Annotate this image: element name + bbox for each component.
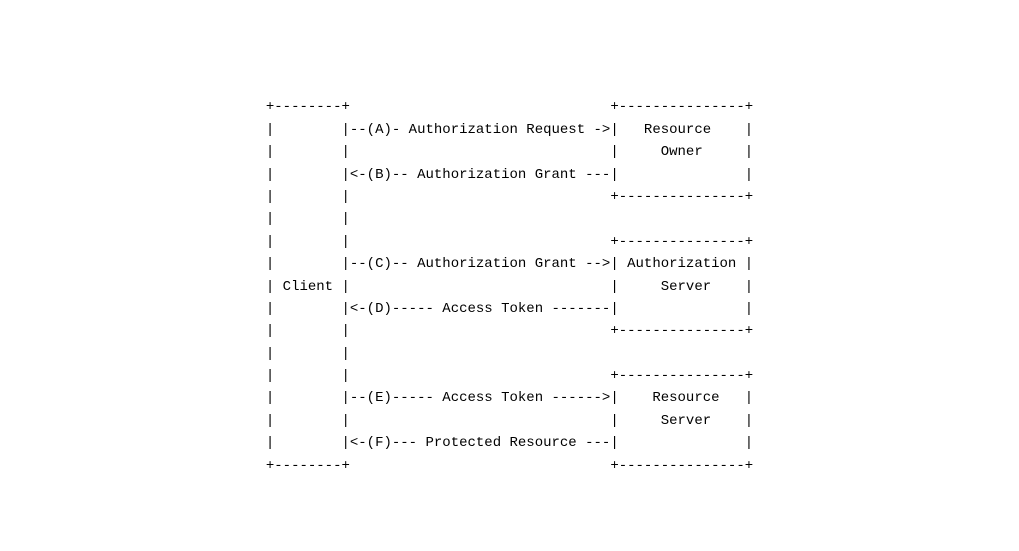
diagram-line-06: | |	[266, 211, 350, 227]
diagram-line-14: | |--(E)----- Access Token ------>| Reso…	[266, 390, 753, 406]
diagram-line-13: | | +---------------+	[266, 368, 753, 384]
diagram-line-12: | |	[266, 346, 350, 362]
diagram-line-07: | | +---------------+	[266, 234, 753, 250]
diagram-line-08: | |--(C)-- Authorization Grant -->| Auth…	[266, 256, 753, 272]
oauth-flow-diagram: +--------+ +---------------+ | |--(A)- A…	[266, 74, 753, 477]
diagram-line-01: +--------+ +---------------+	[266, 99, 753, 115]
diagram-line-17: +--------+ +---------------+	[266, 458, 753, 474]
diagram-line-15: | | | Server |	[266, 413, 753, 429]
diagram-line-16: | |<-(F)--- Protected Resource ---| |	[266, 435, 753, 451]
diagram-line-10: | |<-(D)----- Access Token -------| |	[266, 301, 753, 317]
diagram-line-02: | |--(A)- Authorization Request ->| Reso…	[266, 122, 753, 138]
diagram-line-05: | | +---------------+	[266, 189, 753, 205]
diagram-line-04: | |<-(B)-- Authorization Grant ---| |	[266, 167, 753, 183]
diagram-line-03: | | | Owner |	[266, 144, 753, 160]
diagram-line-11: | | +---------------+	[266, 323, 753, 339]
diagram-line-09: | Client | | Server |	[266, 279, 753, 295]
